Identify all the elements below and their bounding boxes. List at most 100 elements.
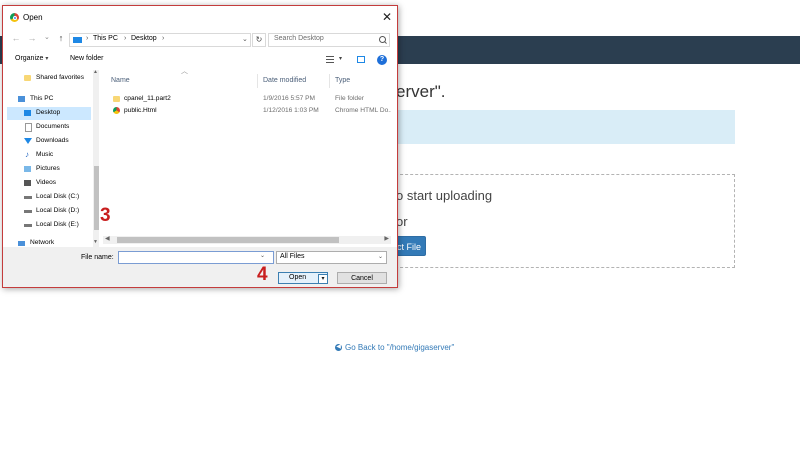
new-folder-button[interactable]: New folder — [70, 55, 103, 62]
preview-pane-icon[interactable] — [357, 56, 365, 63]
chevron-down-icon: ⌄ — [377, 254, 383, 260]
nav-item-pictures[interactable]: Pictures — [7, 163, 91, 176]
file-name-input[interactable] — [118, 251, 274, 264]
nav-item-local-disk-c[interactable]: Local Disk (C:) — [7, 191, 91, 204]
pc-icon — [18, 96, 25, 102]
nav-item-desktop[interactable]: Desktop — [7, 107, 91, 120]
go-back-link[interactable]: ◀ Go Back to "/home/gigaserver" — [335, 343, 454, 352]
horizontal-scrollbar[interactable]: ◀ ▶ — [103, 236, 391, 244]
search-icon — [379, 36, 386, 43]
scrollbar-thumb[interactable] — [94, 166, 99, 230]
scroll-right-icon[interactable]: ▶ — [384, 235, 389, 242]
scroll-left-icon[interactable]: ◀ — [105, 235, 110, 242]
nav-item-label: This PC — [30, 95, 54, 102]
dialog-toolbar: Organize ▾ New folder ▾ ? — [3, 53, 397, 69]
chevron-down-icon[interactable]: ⌄ — [242, 35, 248, 43]
cancel-button[interactable]: Cancel — [337, 272, 387, 284]
desktop-icon — [24, 110, 31, 116]
column-divider[interactable] — [257, 74, 258, 88]
file-name: cpanel_11.part2 — [124, 95, 171, 102]
videos-icon — [24, 180, 31, 186]
nav-item-videos[interactable]: Videos — [7, 177, 91, 190]
organize-label: Organize — [15, 55, 44, 62]
file-name-label: File name: — [81, 254, 114, 261]
nav-item-label: Local Disk (C:) — [36, 193, 80, 200]
scroll-down-icon[interactable]: ▼ — [93, 239, 98, 245]
open-button[interactable]: Open ▾ — [278, 272, 328, 284]
dialog-footer: File name: ⌄ All Files ⌄ Open ▾ Cancel — [3, 247, 397, 287]
nav-item-music[interactable]: ♪ Music — [7, 149, 91, 162]
nav-item-label: Videos — [36, 179, 57, 186]
scroll-up-icon[interactable]: ▲ — [93, 70, 98, 75]
chrome-icon — [113, 107, 120, 114]
documents-icon — [25, 123, 32, 132]
dialog-title-bar[interactable]: Open ✕ — [3, 6, 397, 30]
nav-item-label: Documents — [36, 123, 70, 130]
nav-item-network[interactable]: Network — [7, 237, 91, 247]
breadcrumb-separator: › — [162, 35, 165, 42]
chrome-icon — [10, 13, 19, 22]
nav-item-documents[interactable]: Documents — [7, 121, 91, 134]
recent-locations-icon[interactable]: ⌄ — [44, 33, 50, 41]
caret-down-icon[interactable]: ▾ — [318, 274, 328, 284]
nav-item-local-disk-e[interactable]: Local Disk (E:) — [7, 219, 91, 232]
nav-item-label: Shared favorites — [36, 74, 85, 81]
file-type-filter[interactable]: All Files ⌄ — [276, 251, 387, 264]
go-back-link-text: Go Back to "/home/gigaserver" — [345, 343, 455, 352]
back-arrow-icon[interactable]: ← — [11, 33, 21, 43]
file-type: Chrome HTML Do... — [335, 107, 391, 114]
dropzone-text: o start uploading — [396, 188, 493, 203]
file-type: File folder — [335, 95, 364, 102]
download-icon — [24, 138, 32, 144]
forward-arrow-icon[interactable]: → — [27, 33, 37, 43]
nav-item-shared-favorites[interactable]: Shared favorites — [7, 72, 91, 85]
breadcrumb-separator: › — [124, 35, 127, 42]
navigation-pane: Shared favorites This PC Desktop Documen… — [7, 70, 99, 247]
file-list: ︿ Name Date modified Type cpanel_11.part… — [103, 68, 391, 238]
column-divider[interactable] — [329, 74, 330, 88]
disk-icon — [24, 210, 32, 213]
step-4-annotation: 4 — [257, 264, 268, 285]
open-file-dialog: Open ✕ ← → ⌄ ↑ › This PC › Desktop › ⌄ ↻… — [2, 5, 398, 288]
folder-icon — [24, 75, 31, 81]
navigation-scrollbar[interactable]: ▲ ▼ — [93, 70, 99, 247]
breadcrumb-separator: › — [86, 35, 89, 42]
sort-ascending-icon: ︿ — [181, 68, 188, 75]
caret-down-icon: ▾ — [45, 56, 49, 62]
column-header-type[interactable]: Type — [335, 77, 350, 84]
nav-item-downloads[interactable]: Downloads — [7, 135, 91, 148]
open-button-label: Open — [289, 274, 307, 281]
up-arrow-icon[interactable]: ↑ — [56, 33, 66, 43]
nav-item-this-pc[interactable]: This PC — [7, 93, 91, 106]
view-options-icon[interactable] — [326, 56, 334, 63]
breadcrumb-desktop[interactable]: Desktop — [131, 35, 157, 42]
column-header-name[interactable]: Name — [111, 77, 130, 84]
dialog-title: Open — [23, 13, 43, 22]
help-icon[interactable]: ? — [377, 55, 387, 65]
pictures-icon — [24, 166, 31, 172]
nav-item-local-disk-d[interactable]: Local Disk (D:) — [7, 205, 91, 218]
arrow-left-circle-icon: ◀ — [335, 344, 342, 351]
organize-menu[interactable]: Organize ▾ — [15, 55, 48, 62]
scrollbar-thumb[interactable] — [117, 237, 339, 243]
file-date: 1/12/2016 1:03 PM — [263, 107, 319, 114]
column-header-date-modified[interactable]: Date modified — [263, 77, 306, 84]
close-icon[interactable]: ✕ — [379, 9, 395, 25]
refresh-icon[interactable]: ↻ — [252, 33, 266, 47]
navigation-bar: ← → ⌄ ↑ › This PC › Desktop › ⌄ ↻ Search… — [3, 32, 397, 48]
file-row[interactable]: cpanel_11.part2 1/9/2016 5:57 PM File fo… — [103, 94, 391, 106]
search-input[interactable]: Search Desktop — [268, 33, 390, 47]
nav-item-label: Desktop — [36, 109, 61, 116]
file-row[interactable]: public.Html 1/12/2016 1:03 PM Chrome HTM… — [103, 106, 391, 118]
caret-down-icon[interactable]: ▾ — [339, 55, 342, 62]
breadcrumb-this-pc[interactable]: This PC — [93, 35, 118, 42]
file-type-filter-value: All Files — [280, 253, 305, 260]
folder-icon — [113, 96, 120, 102]
nav-item-label: Local Disk (D:) — [36, 207, 80, 214]
address-bar[interactable]: › This PC › Desktop › ⌄ — [69, 33, 251, 47]
search-placeholder: Search Desktop — [274, 35, 324, 42]
chevron-down-icon[interactable]: ⌄ — [260, 252, 265, 259]
disk-icon — [24, 224, 32, 227]
network-icon — [18, 241, 25, 246]
nav-item-label: Downloads — [36, 137, 69, 144]
